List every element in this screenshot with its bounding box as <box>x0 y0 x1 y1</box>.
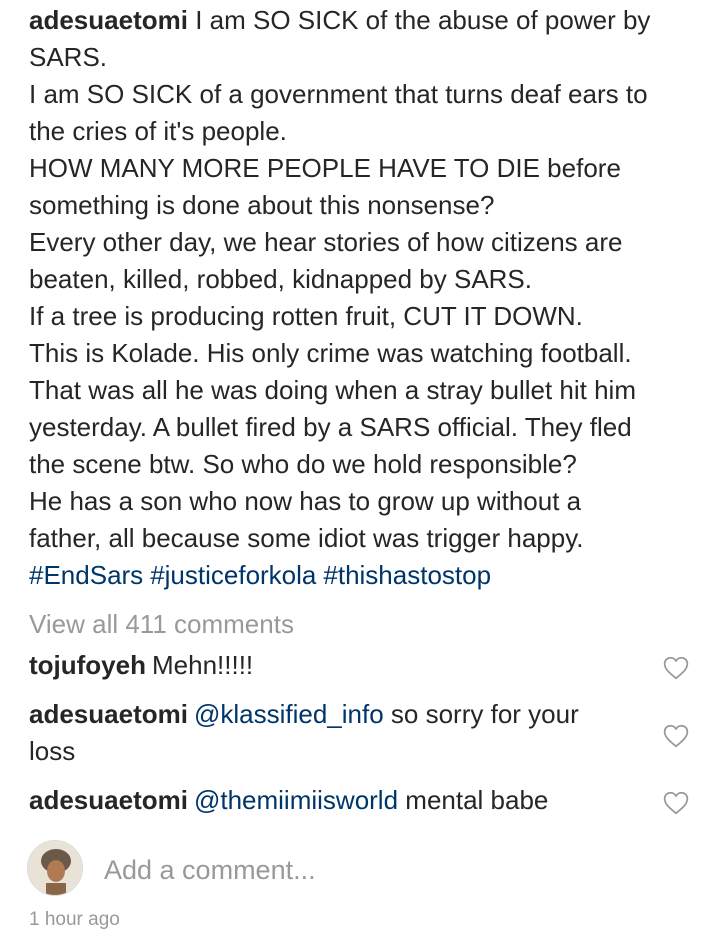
comment-text: mental babe <box>405 785 549 815</box>
heart-outline-icon[interactable] <box>663 724 689 748</box>
caption-username[interactable]: adesuaetomi <box>29 5 188 35</box>
add-comment-input[interactable] <box>104 852 664 888</box>
comment-item: tojufoyeh Mehn!!!!! <box>29 647 649 684</box>
caption-line: adesuaetomi I am SO SICK of the abuse of… <box>29 5 651 35</box>
caption-line: the scene btw. So who do we hold respons… <box>29 449 577 479</box>
caption-line: He has a son who now has to grow up with… <box>29 486 582 516</box>
comment-username[interactable]: adesuaetomi <box>29 699 188 729</box>
heart-outline-icon[interactable] <box>663 791 689 815</box>
caption-line: If a tree is producing rotten fruit, CUT… <box>29 301 583 331</box>
caption-line: something is done about this nonsense? <box>29 190 495 220</box>
caption-line: beaten, killed, robbed, kidnapped by SAR… <box>29 264 533 294</box>
view-all-comments-link[interactable]: View all 411 comments <box>29 606 294 643</box>
caption-line: HOW MANY MORE PEOPLE HAVE TO DIE before <box>29 153 621 183</box>
caption-line: That was all he was doing when a stray b… <box>29 375 636 405</box>
comment-item: adesuaetomi @klassified_info so sorry for… <box>29 696 649 770</box>
caption-line: I am SO SICK of a government that turns … <box>29 79 648 109</box>
caption-line: father, all because some idiot was trigg… <box>29 523 584 553</box>
comment-item: adesuaetomi @themiimiisworld mental babe <box>29 782 649 819</box>
comment-text: so sorry for your <box>390 699 579 729</box>
user-avatar[interactable] <box>27 840 83 896</box>
mention-link[interactable]: @klassified_info <box>194 699 384 729</box>
comment-username[interactable]: tojufoyeh <box>29 650 146 680</box>
comment-username[interactable]: adesuaetomi <box>29 785 188 815</box>
comment-text-continued: loss <box>29 736 76 766</box>
hashtag-link[interactable]: #thishastostop <box>323 560 491 590</box>
hashtags-line: #EndSars #justiceforkola #thishastostop <box>29 557 709 594</box>
post-caption: adesuaetomi I am SO SICK of the abuse of… <box>29 2 709 594</box>
comment-text: Mehn!!!!! <box>152 650 254 680</box>
mention-link[interactable]: @themiimiisworld <box>194 785 398 815</box>
post-comments-panel: adesuaetomi I am SO SICK of the abuse of… <box>0 0 720 932</box>
caption-line: yesterday. A bullet fired by a SARS offi… <box>29 412 632 442</box>
post-timestamp: 1 hour ago <box>29 909 120 930</box>
caption-line: the cries of it's people. <box>29 116 287 146</box>
hashtag-link[interactable]: #EndSars <box>29 560 143 590</box>
caption-line: This is Kolade. His only crime was watch… <box>29 338 632 368</box>
caption-line: SARS. <box>29 42 108 72</box>
caption-line: Every other day, we hear stories of how … <box>29 227 623 257</box>
hashtag-link[interactable]: #justiceforkola <box>150 560 316 590</box>
heart-outline-icon[interactable] <box>663 656 689 680</box>
